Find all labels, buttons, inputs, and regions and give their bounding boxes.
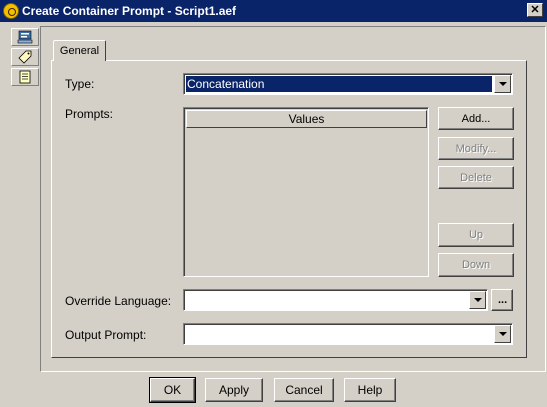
delete-button[interactable]: Delete [438,166,514,189]
properties-icon[interactable] [11,28,39,46]
chevron-down-icon [498,82,507,86]
app-icon [3,3,19,19]
tag-icon[interactable] [11,48,39,66]
type-dropdown[interactable]: Concatenation [183,73,513,95]
down-button[interactable]: Down [438,253,514,277]
ok-button[interactable]: OK [149,377,196,403]
side-toolbar [11,28,39,88]
prompts-label: Prompts: [65,107,114,121]
close-icon: ✕ [530,4,540,16]
type-label: Type: [65,77,95,91]
tab-general-label: General [59,45,100,57]
values-column-header[interactable]: Values [186,110,427,128]
output-prompt-label: Output Prompt: [65,328,147,342]
override-language-label: Override Language: [65,294,172,308]
override-language-value [186,292,467,308]
output-prompt-dropdown[interactable] [183,323,513,345]
help-button[interactable]: Help [344,378,396,402]
output-prompt-dropdown-button[interactable] [494,325,511,343]
type-dropdown-button[interactable] [494,75,511,93]
cancel-button[interactable]: Cancel [274,378,334,402]
prompts-list[interactable]: Values [183,107,429,277]
type-value: Concatenation [186,76,492,92]
tab-general[interactable]: General [53,40,106,61]
chevron-down-icon [473,298,482,302]
add-button[interactable]: Add... [438,107,514,130]
chevron-down-icon [498,332,507,336]
override-language-dropdown[interactable] [183,289,488,311]
up-button[interactable]: Up [438,223,514,247]
override-language-browse-button[interactable]: ... [491,289,513,311]
document-icon[interactable] [11,68,39,86]
override-language-dropdown-button[interactable] [469,291,486,309]
title-bar: Create Container Prompt - Script1.aef ✕ [0,0,547,22]
output-prompt-value [186,326,492,342]
window-title: Create Container Prompt - Script1.aef [22,4,237,18]
modify-button[interactable]: Modify... [438,137,514,160]
apply-button[interactable]: Apply [205,378,263,402]
close-button[interactable]: ✕ [527,3,543,17]
